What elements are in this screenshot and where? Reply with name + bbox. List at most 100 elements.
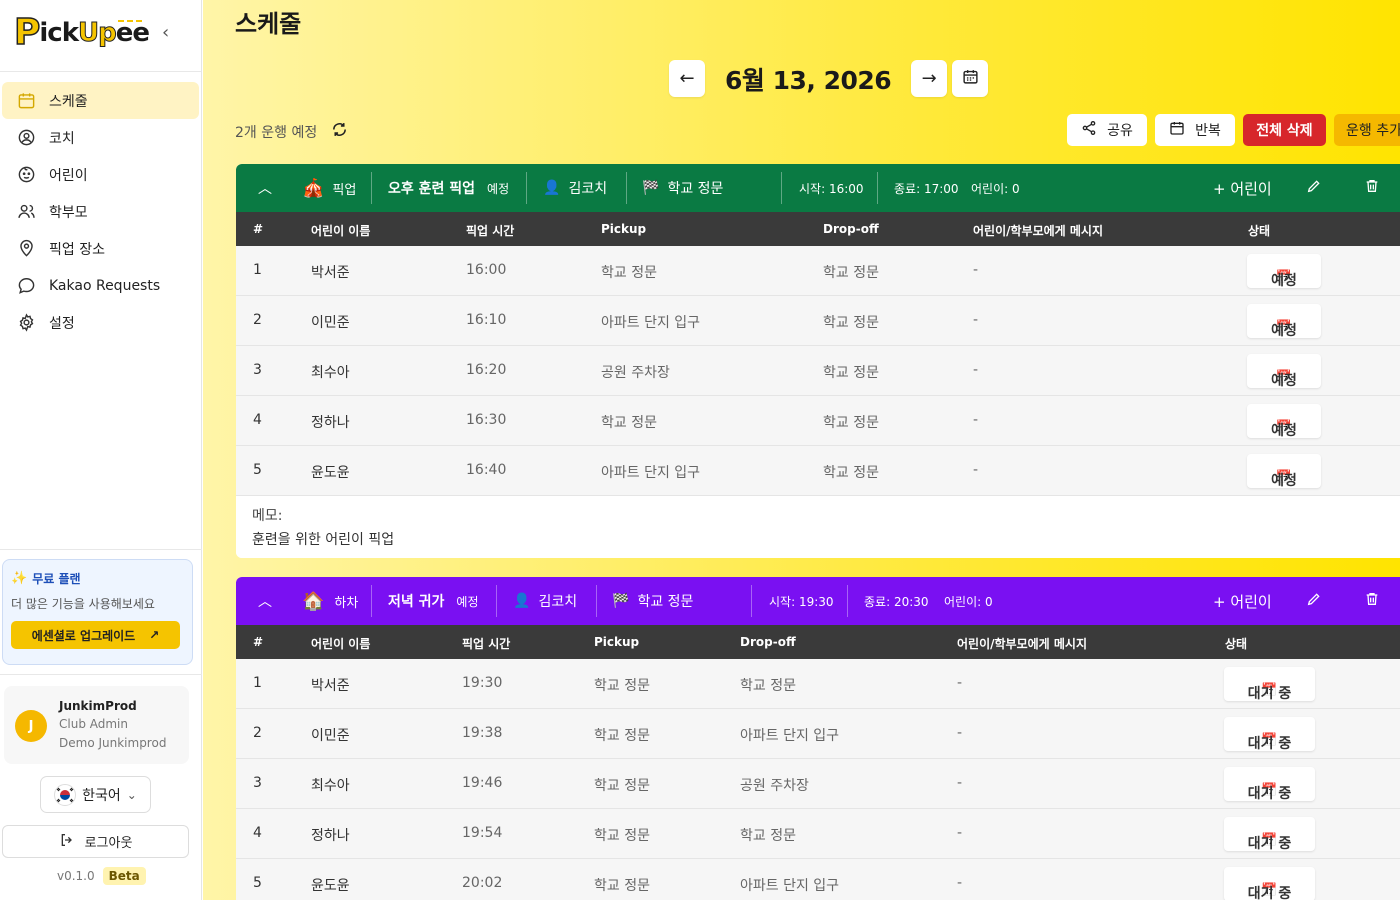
repeat-button[interactable]: 반복: [1155, 114, 1235, 146]
status-badge[interactable]: 📅 예정: [1247, 454, 1321, 489]
table-row: 4 정하나 19:54 학교 정문 학교 정문 - 📅 대기 중: [236, 809, 1400, 859]
cell-time: 16:40: [466, 462, 507, 478]
sidebar-item-children[interactable]: 어린이: [2, 156, 199, 193]
main-content: 스케줄 ← 6월 13, 2026 → 2개 운행 예정 공유 반복 전체 삭제…: [203, 0, 1400, 900]
status-badge[interactable]: 📅 대기 중: [1224, 667, 1315, 702]
status-badge[interactable]: 📅 예정: [1247, 404, 1321, 439]
collapse-run-icon[interactable]: ︿: [258, 178, 272, 198]
app-logo[interactable]: PickUpee: [13, 11, 150, 54]
plan-title: ✨ 무료 플랜: [11, 571, 81, 586]
cell-name: 박서준: [311, 678, 350, 694]
col-header: 픽업 시간: [466, 224, 515, 238]
avatar: J: [15, 710, 47, 742]
sidebar-item-coach[interactable]: 코치: [2, 119, 199, 156]
cell-dropoff: 학교 정문: [823, 465, 879, 481]
status-badge[interactable]: 📅 대기 중: [1224, 867, 1315, 900]
run-card-afternoon-pickup: ︿ 🎪 픽업 오후 훈련 픽업 예정 👤 김코치 🏁 학교 정문 시작: 16:…: [236, 164, 1400, 558]
status-badge[interactable]: 📅 대기 중: [1224, 717, 1315, 752]
sidebar-item-label: 학부모: [49, 204, 88, 221]
logout-button[interactable]: 로그아웃: [2, 825, 189, 858]
status-badge[interactable]: 📅 예정: [1247, 354, 1321, 389]
gear-icon: [16, 313, 36, 333]
cell-dropoff: 학교 정문: [823, 415, 879, 431]
edit-icon[interactable]: [1306, 178, 1322, 198]
table-row: 5 윤도윤 16:40 아파트 단지 입구 학교 정문 - 📅 예정: [236, 446, 1400, 496]
sidebar-item-parents[interactable]: 학부모: [2, 193, 199, 230]
collapse-sidebar-icon[interactable]: ‹: [162, 22, 169, 43]
header-divider: [371, 585, 372, 617]
share-icon: [1081, 120, 1097, 140]
upgrade-button[interactable]: 에센셜로 업그레이드 ↗: [11, 621, 180, 649]
run-header: ︿ 🏠 하차 저녁 귀가 예정 👤 김코치 🏁 학교 정문 시작: 19:30: [236, 577, 1400, 625]
cell-n: 2: [253, 725, 262, 741]
status-badge[interactable]: 📅 예정: [1247, 254, 1321, 289]
run-end: 종료: 20:30: [864, 594, 929, 609]
table-row: 1 박서준 19:30 학교 정문 학교 정문 - 📅 대기 중: [236, 659, 1400, 709]
next-day-button[interactable]: →: [911, 60, 948, 97]
logo-decoration: [118, 20, 142, 22]
add-run-button[interactable]: 운행 추가: [1334, 114, 1400, 146]
run-memo: 메모: 훈련을 위한 어린이 픽업: [236, 496, 1400, 558]
status-label: 대기 중: [1247, 886, 1292, 900]
cell-n: 1: [253, 675, 262, 691]
sidebar-item-schedule[interactable]: 스케줄: [2, 82, 199, 119]
checkered-flag-icon: 🏁: [642, 180, 660, 196]
add-child-button[interactable]: + 어린이: [1213, 591, 1272, 612]
table-row: 2 이민준 19:38 학교 정문 아파트 단지 입구 - 📅 대기 중: [236, 709, 1400, 759]
run-end: 종료: 17:00: [894, 181, 959, 196]
status-label: 대기 중: [1247, 836, 1292, 852]
share-button[interactable]: 공유: [1067, 114, 1147, 146]
run-location: 학교 정문: [667, 181, 724, 197]
cell-time: 19:46: [462, 775, 503, 791]
collapse-run-icon[interactable]: ︿: [258, 591, 272, 611]
status-label: 대기 중: [1247, 686, 1292, 702]
house-icon: 🏠: [302, 590, 325, 612]
run-kids-count: 어린이: 0: [944, 594, 993, 609]
cell-pickup: 학교 정문: [601, 265, 657, 281]
person-icon: 👤: [543, 180, 561, 196]
version-label: v0.1.0: [57, 869, 95, 883]
table-body: 1 박서준 16:00 학교 정문 학교 정문 - 📅 예정 2 이민준 16:10 아파트 단지 입…: [236, 246, 1400, 496]
logo-area: PickUpee ‹: [0, 0, 201, 72]
cell-msg: -: [957, 775, 963, 791]
status-badge[interactable]: 📅 대기 중: [1224, 767, 1315, 802]
action-bar: 공유 반복 전체 삭제 운행 추가: [1067, 114, 1400, 146]
cell-pickup: 아파트 단지 입구: [601, 465, 701, 481]
status-label: 예정: [1271, 473, 1297, 489]
checkered-flag-icon: 🏁: [612, 593, 630, 609]
status-label: 예정: [1271, 373, 1297, 389]
cell-msg: -: [973, 362, 979, 378]
user-card[interactable]: J JunkimProd Club Admin Demo Junkimprod: [4, 686, 189, 764]
language-select[interactable]: 한국어 ⌄: [40, 776, 151, 813]
col-header: 어린이 이름: [311, 224, 371, 238]
sidebar-item-label: 설정: [49, 315, 75, 332]
sidebar-item-settings[interactable]: 설정: [2, 304, 199, 341]
trash-icon[interactable]: [1364, 178, 1380, 198]
table-body: 1 박서준 19:30 학교 정문 학교 정문 - 📅 대기 중 2 이민준 19:38 학교 정문 아…: [236, 659, 1400, 900]
cell-time: 19:38: [462, 725, 503, 741]
trash-icon[interactable]: [1364, 591, 1380, 611]
prev-day-button[interactable]: ←: [669, 60, 705, 97]
col-header: 어린이/학부모에게 메시지: [957, 637, 1088, 651]
sidebar-item-label: 어린이: [49, 167, 88, 184]
delete-all-button[interactable]: 전체 삭제: [1243, 114, 1326, 146]
calendar-picker-button[interactable]: [952, 60, 989, 97]
status-badge[interactable]: 📅 예정: [1247, 304, 1321, 339]
cell-msg: -: [957, 725, 963, 741]
table-header: # 어린이 이름 픽업 시간 Pickup Drop-off 어린이/학부모에게…: [236, 212, 1400, 246]
edit-icon[interactable]: [1306, 591, 1322, 611]
cell-time: 16:10: [466, 312, 507, 328]
col-header: 픽업 시간: [462, 637, 511, 651]
sidebar-item-kakao-requests[interactable]: Kakao Requests: [2, 267, 199, 304]
calendar-icon: [1169, 120, 1185, 140]
status-badge[interactable]: 📅 대기 중: [1224, 817, 1315, 852]
run-kids-count: 어린이: 0: [971, 181, 1020, 196]
cell-time: 19:30: [462, 675, 503, 691]
run-header: ︿ 🎪 픽업 오후 훈련 픽업 예정 👤 김코치 🏁 학교 정문 시작: 16:…: [236, 164, 1400, 212]
add-child-button[interactable]: + 어린이: [1213, 178, 1272, 199]
refresh-icon[interactable]: [331, 121, 348, 142]
status-label: 대기 중: [1247, 786, 1292, 802]
sidebar-item-pickup-locations[interactable]: 픽업 장소: [2, 230, 199, 267]
calendar-icon: [16, 91, 36, 111]
cell-name: 윤도윤: [311, 878, 350, 894]
